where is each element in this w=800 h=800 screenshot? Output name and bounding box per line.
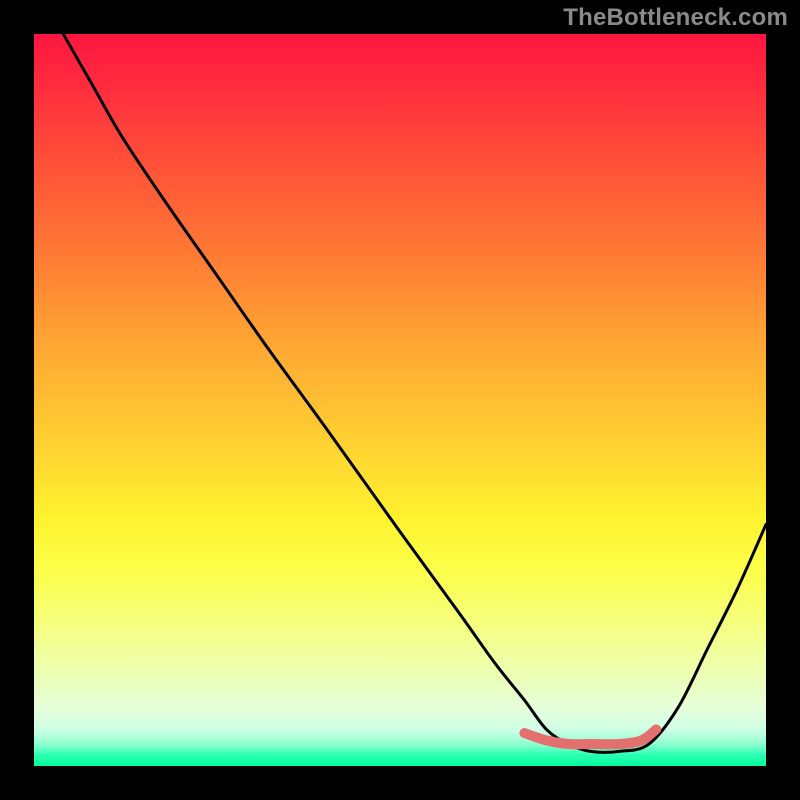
plot-area [34,34,766,766]
watermark-text: TheBottleneck.com [563,4,788,32]
series-highlight-segment [524,729,656,744]
series-bottleneck-curve [63,34,766,752]
curve-layer [34,34,766,766]
chart-curves [63,34,766,752]
chart-container: TheBottleneck.com [0,0,800,800]
